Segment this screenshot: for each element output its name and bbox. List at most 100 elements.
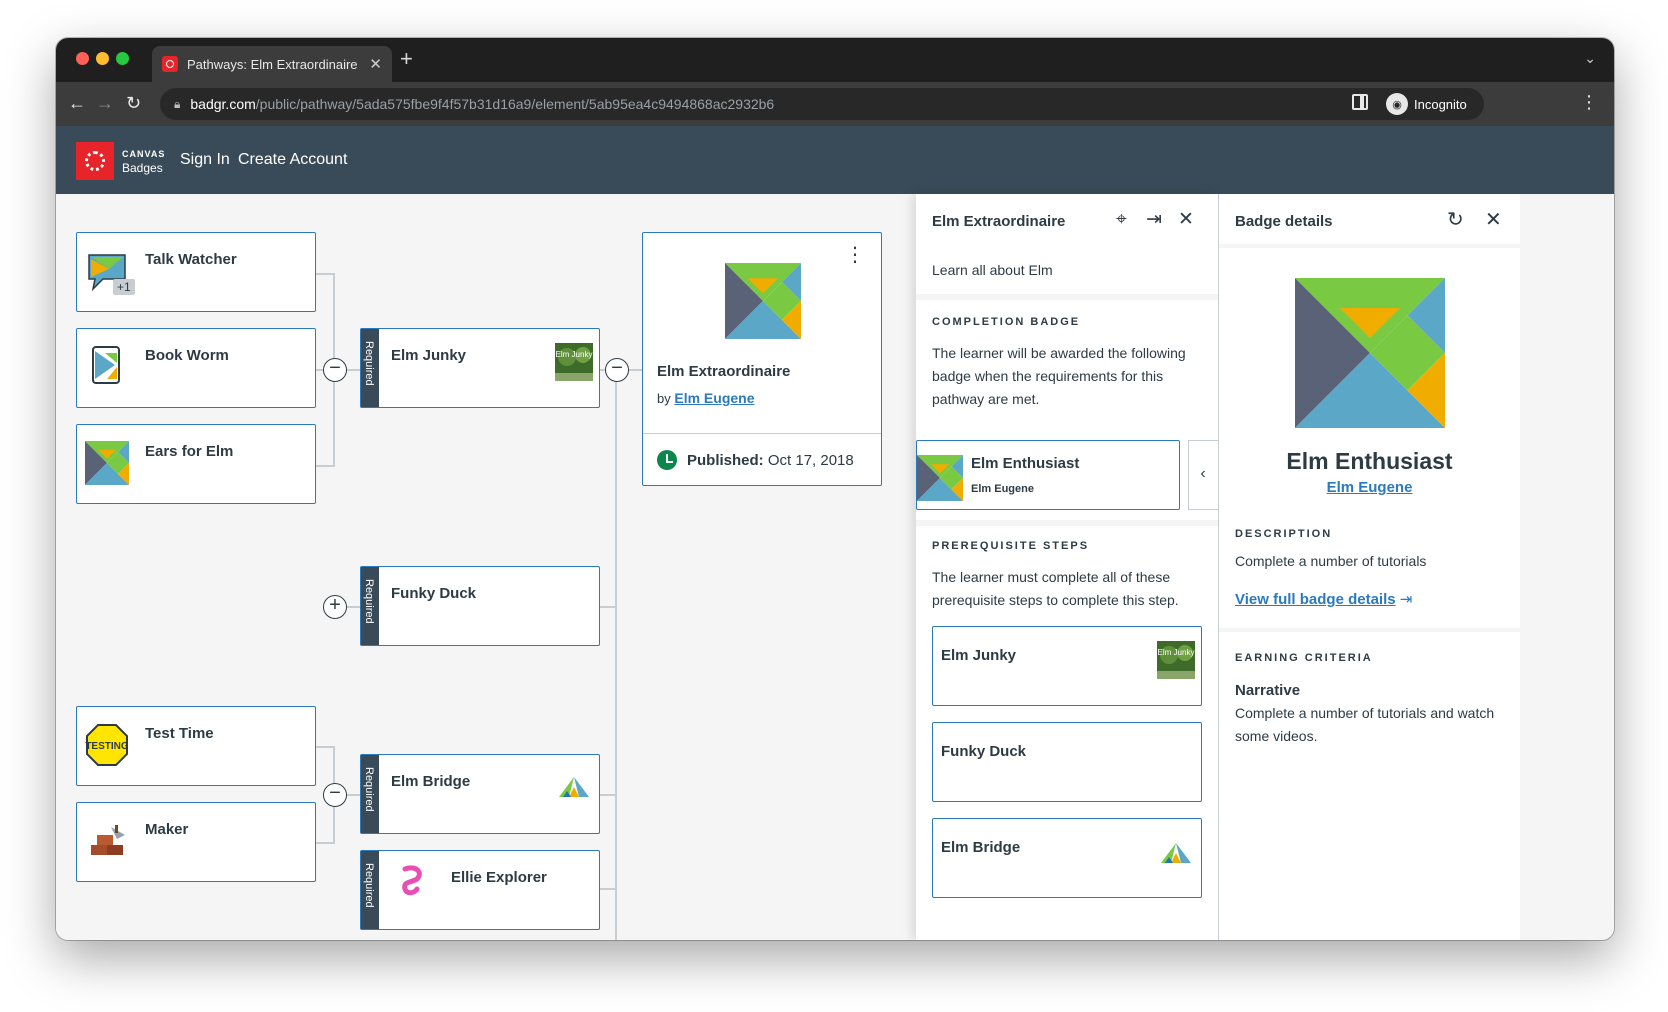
reload-icon[interactable]: ↻	[126, 92, 141, 114]
url-path: /public/pathway/5ada575fbe9f4f57b31d16a9…	[255, 96, 775, 112]
badge-issuer-link[interactable]: Elm Eugene	[1327, 479, 1413, 496]
forward-arrow-icon[interactable]: →	[96, 92, 114, 114]
prerequisite-step-card[interactable]: Funky Duck	[932, 722, 1202, 802]
browser-menu-icon[interactable]: ⋮	[1580, 92, 1598, 113]
completion-badge-text: The learner will be awarded the followin…	[932, 345, 1186, 407]
completion-badge-card[interactable]: Elm Enthusiast Elm Eugene	[916, 440, 1180, 510]
connector	[346, 606, 360, 608]
book-worm-icon	[92, 346, 120, 384]
pathway-main-card[interactable]: ⋮ Elm Extraordinaire by Elm Eugene Publi…	[642, 232, 882, 486]
badge-node-book-worm[interactable]: Book Worm	[76, 328, 316, 408]
tab-close-icon[interactable]: ✕	[369, 55, 382, 73]
url-domain: badgr.com	[190, 96, 256, 112]
tab-search-chevron-icon[interactable]: ⌄	[1584, 50, 1596, 67]
pathway-title: Elm Extraordinaire	[657, 363, 791, 380]
badge-node-talk-watcher[interactable]: +1 Talk Watcher	[76, 232, 316, 312]
connector	[316, 273, 334, 275]
section-divider	[1219, 628, 1520, 632]
published-label: Published:	[687, 452, 764, 469]
back-arrow-icon[interactable]: ←	[68, 92, 86, 114]
elm-bridge-icon	[559, 777, 589, 797]
logo-text: CANVAS Badges	[122, 147, 165, 175]
step-title: Funky Duck	[941, 743, 1027, 760]
prerequisite-step-card[interactable]: Elm Junky Elm Junky	[932, 626, 1202, 706]
lock-icon: 🔒︎	[174, 96, 181, 111]
badge-node-funky-duck[interactable]: Required Funky Duck	[360, 566, 600, 646]
clock-icon	[657, 450, 677, 470]
canvas-logo-icon[interactable]	[76, 142, 114, 180]
view-full-badge-details-link[interactable]: View full badge details ⇥	[1235, 590, 1412, 608]
badge-node-ears-for-elm[interactable]: Ears for Elm	[76, 424, 316, 504]
more-options-icon[interactable]: ⋮	[845, 245, 865, 265]
collapse-toggle[interactable]: −	[605, 358, 629, 382]
expand-toggle[interactable]: +	[323, 595, 347, 619]
badge-node-elm-bridge[interactable]: Required Elm Bridge	[360, 754, 600, 834]
node-title: Ears for Elm	[145, 443, 234, 460]
incognito-profile-button[interactable]: ◉ Incognito	[1380, 88, 1476, 120]
node-title: Ellie Explorer	[451, 869, 547, 886]
badge-node-ellie-explorer[interactable]: Required Ellie Explorer	[360, 850, 600, 930]
connector	[316, 842, 334, 844]
ellie-elephant-icon	[402, 865, 422, 896]
prerequisite-steps-heading: PREREQUISITE STEPS	[932, 540, 1090, 552]
logo-line-1: CANVAS	[122, 149, 166, 159]
side-panel-icon[interactable]	[1352, 94, 1368, 110]
connector	[598, 794, 616, 796]
refresh-icon[interactable]: ↻	[1447, 210, 1464, 230]
section-divider	[1219, 244, 1520, 248]
elm-junky-image-text: Elm Junky	[1158, 648, 1195, 657]
open-external-icon[interactable]: ⇥	[1146, 210, 1162, 230]
pathway-detail-panel: Elm Extraordinaire ⌖ ⇥ ✕ Learn all about…	[916, 194, 1218, 940]
required-tab: Required	[361, 329, 379, 407]
published-footer: Published: Oct 17, 2018	[643, 433, 881, 487]
required-tab: Required	[361, 567, 379, 645]
completion-badge-heading: COMPLETION BADGE	[932, 316, 1081, 328]
testing-sign-text: TESTING	[85, 741, 129, 752]
badge-node-elm-junky[interactable]: Required Elm Junky Elm Junky	[360, 328, 600, 408]
close-icon[interactable]: ✕	[1178, 210, 1194, 230]
elm-junky-tree-icon: Elm Junky	[555, 343, 593, 381]
new-tab-icon[interactable]: +	[400, 48, 413, 70]
badge-name: Elm Enthusiast	[1286, 448, 1453, 474]
sign-in-link[interactable]: Sign In	[180, 151, 230, 169]
narrative-text: Complete a number of tutorials and watch…	[1235, 705, 1495, 744]
minimize-window-button[interactable]	[96, 52, 109, 65]
collapse-toggle[interactable]: −	[323, 358, 347, 382]
issuer-link[interactable]: Elm Eugene	[674, 390, 754, 406]
close-window-button[interactable]	[76, 52, 89, 65]
node-title: Book Worm	[145, 347, 229, 364]
step-title: Elm Junky	[941, 647, 1017, 664]
badge-node-test-time[interactable]: TESTING Test Time	[76, 706, 316, 786]
browser-tab[interactable]: Pathways: Elm Extraordinaire - ✕	[152, 46, 392, 82]
connector	[316, 746, 334, 748]
incognito-label: Incognito	[1414, 96, 1467, 112]
address-toolbar: ← → ↻ 🔒︎ badgr.com/public/pathway/5ada57…	[56, 82, 1614, 126]
prerequisite-step-card[interactable]: Elm Bridge	[932, 818, 1202, 898]
badge-issuer: Elm Eugene	[1219, 479, 1520, 496]
locate-crosshair-icon[interactable]: ⌖	[1116, 210, 1127, 230]
node-title: Elm Bridge	[391, 773, 471, 790]
connector	[346, 369, 360, 371]
published-text: Published: Oct 17, 2018	[687, 452, 854, 469]
badge-details-panel: Badge details ↻ ✕ Elm Enthusiast Elm Eug…	[1218, 194, 1520, 940]
view-full-badge-details-text[interactable]: View full badge details	[1235, 591, 1396, 608]
create-account-link[interactable]: Create Account	[238, 151, 347, 169]
url-bar[interactable]: 🔒︎ badgr.com/public/pathway/5ada575fbe9f…	[160, 88, 1484, 120]
tab-strip: Pathways: Elm Extraordinaire - ✕ + ⌄	[56, 38, 1614, 82]
collapse-toggle[interactable]: −	[323, 783, 347, 807]
chevron-left-icon[interactable]: ‹	[1188, 440, 1218, 510]
node-title: Maker	[145, 821, 189, 838]
external-link-icon[interactable]: ⇥	[1400, 591, 1413, 608]
node-title: Elm Junky	[391, 347, 467, 364]
connector	[598, 606, 616, 608]
elm-bridge-icon	[1161, 843, 1191, 863]
canvas-favicon-icon	[162, 56, 178, 72]
pathway-canvas[interactable]: +1 Talk Watcher Book Worm Ears for Elm T…	[56, 194, 916, 940]
elm-junky-tree-icon: Elm Junky	[1157, 641, 1195, 679]
extra-badges-count: +1	[113, 279, 135, 295]
required-label: Required	[363, 863, 375, 908]
published-date: Oct 17, 2018	[767, 452, 854, 469]
close-icon[interactable]: ✕	[1485, 210, 1502, 230]
badge-node-maker[interactable]: Maker	[76, 802, 316, 882]
maximize-window-button[interactable]	[116, 52, 129, 65]
